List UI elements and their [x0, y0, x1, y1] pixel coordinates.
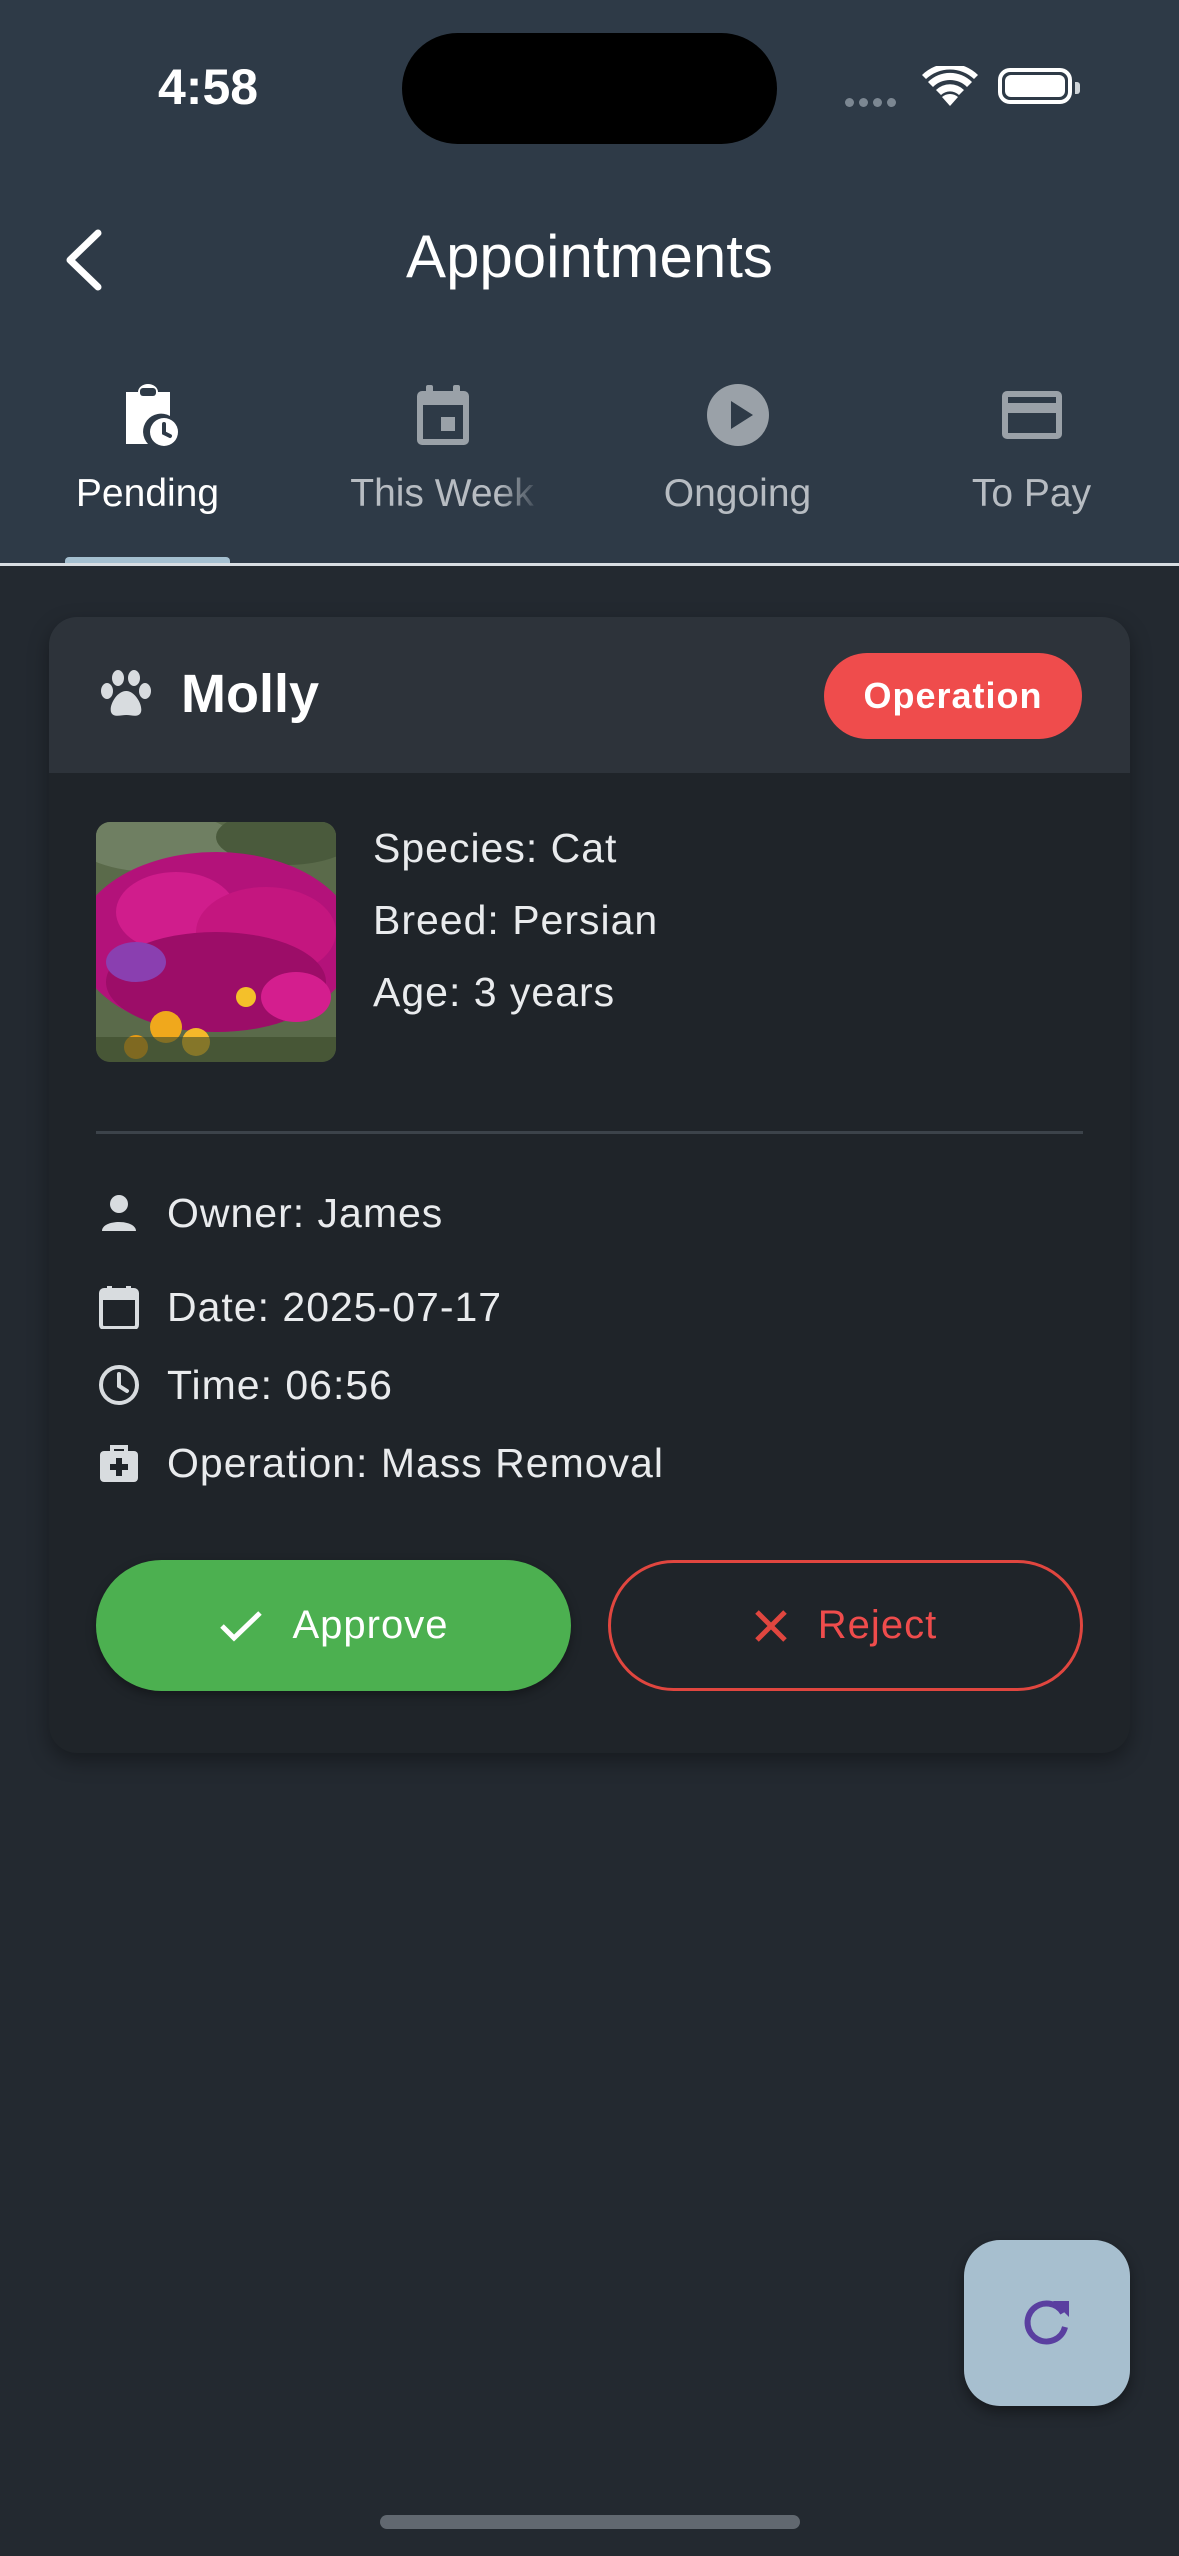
paw-icon: [99, 669, 153, 724]
refresh-icon: [1024, 2300, 1069, 2345]
play-circle-icon: [590, 380, 885, 450]
app-header: 4:58 Appointments Pending This Week Ongo…: [0, 0, 1179, 566]
clipboard-clock-icon: [0, 380, 295, 450]
pet-species: Species: Cat: [373, 825, 618, 871]
clock-icon: [96, 1360, 142, 1410]
owner-row: Owner: James: [96, 1188, 443, 1238]
approve-button[interactable]: Approve: [96, 1560, 571, 1691]
pet-name: Molly: [181, 664, 320, 724]
header-divider: [0, 563, 1179, 566]
medical-bag-icon: [96, 1438, 142, 1488]
card-header: Molly Operation: [49, 617, 1130, 773]
reject-label: Reject: [817, 1603, 938, 1647]
calendar-icon: [96, 1282, 142, 1332]
date-text: Date: 2025-07-17: [167, 1283, 503, 1330]
dynamic-island: [402, 33, 777, 144]
tab-pending[interactable]: Pending: [0, 380, 295, 516]
tab-label: Ongoing: [663, 472, 812, 515]
credit-card-icon: [884, 380, 1179, 450]
approve-label: Approve: [292, 1603, 449, 1647]
wifi-icon: [922, 63, 978, 111]
pet-photo: [96, 822, 336, 1062]
pet-age: Age: 3 years: [373, 969, 616, 1015]
date-row: Date: 2025-07-17: [96, 1282, 502, 1332]
tab-label: Pending: [75, 472, 220, 515]
page-title: Appointments: [406, 223, 773, 290]
refresh-button[interactable]: [964, 2240, 1130, 2406]
calendar-icon: [295, 380, 590, 450]
cellular-signal-icon: [845, 94, 901, 112]
operation-text: Operation: Mass Removal: [167, 1439, 664, 1486]
tab-label: This Week: [350, 472, 534, 515]
home-indicator: [380, 2515, 800, 2529]
time-text: Time: 06:56: [167, 1361, 393, 1408]
tab-this-week[interactable]: This Week: [295, 380, 590, 516]
operation-row: Operation: Mass Removal: [96, 1438, 664, 1488]
pet-breed: Breed: Persian: [373, 897, 659, 943]
battery-icon: [998, 68, 1080, 104]
owner-text: Owner: James: [167, 1189, 444, 1236]
close-icon: [754, 1609, 788, 1643]
time-row: Time: 06:56: [96, 1360, 393, 1410]
tab-to-pay[interactable]: To Pay: [884, 380, 1179, 516]
tab-bar: Pending This Week Ongoing To Pay: [0, 380, 1179, 565]
section-divider: [96, 1131, 1083, 1134]
check-icon: [219, 1609, 263, 1643]
appointment-card[interactable]: Molly Operation Species: Cat Breed: Pers…: [49, 617, 1130, 1753]
status-time: 4:58: [158, 59, 259, 115]
reject-button[interactable]: Reject: [608, 1560, 1083, 1691]
tab-ongoing[interactable]: Ongoing: [590, 380, 885, 516]
appointment-type-badge: Operation: [824, 653, 1082, 739]
tab-label: To Pay: [971, 472, 1092, 515]
person-icon: [96, 1188, 142, 1238]
